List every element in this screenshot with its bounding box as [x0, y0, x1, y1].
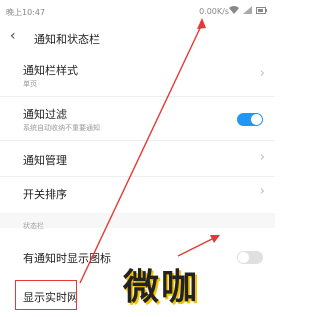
watermark-logo: 微咖 — [123, 267, 200, 308]
arrow-to-setting — [177, 237, 215, 257]
arrowhead — [197, 18, 206, 29]
arrow-to-network-speed — [79, 23, 203, 284]
